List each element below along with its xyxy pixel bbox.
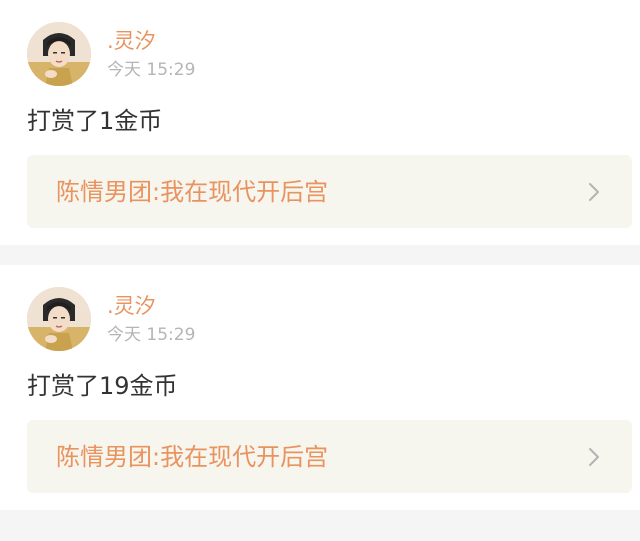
avatar[interactable]	[27, 287, 91, 351]
separator	[0, 245, 640, 265]
book-link[interactable]: 陈情男团:我在现代开后宫	[27, 420, 632, 493]
reward-card: .灵汐 今天 15:29 打赏了19金币 陈情男团:我在现代开后宫	[0, 265, 640, 510]
reward-message: 打赏了1金币	[27, 107, 163, 135]
chevron-right-icon	[589, 448, 599, 466]
username[interactable]: .灵汐	[107, 293, 156, 319]
timestamp: 今天 15:29	[107, 325, 196, 345]
reward-card: .灵汐 今天 15:29 打赏了1金币 陈情男团:我在现代开后宫	[0, 0, 640, 245]
reward-feed: .灵汐 今天 15:29 打赏了1金币 陈情男团:我在现代开后宫 .灵汐 今天 …	[0, 0, 640, 541]
book-title: 陈情男团:我在现代开后宫	[56, 443, 329, 471]
chevron-right-icon	[589, 183, 599, 201]
separator	[0, 510, 640, 541]
reward-message: 打赏了19金币	[27, 372, 178, 400]
book-link[interactable]: 陈情男团:我在现代开后宫	[27, 155, 632, 228]
book-title: 陈情男团:我在现代开后宫	[56, 178, 329, 206]
username[interactable]: .灵汐	[107, 28, 156, 54]
timestamp: 今天 15:29	[107, 60, 196, 80]
avatar[interactable]	[27, 22, 91, 86]
